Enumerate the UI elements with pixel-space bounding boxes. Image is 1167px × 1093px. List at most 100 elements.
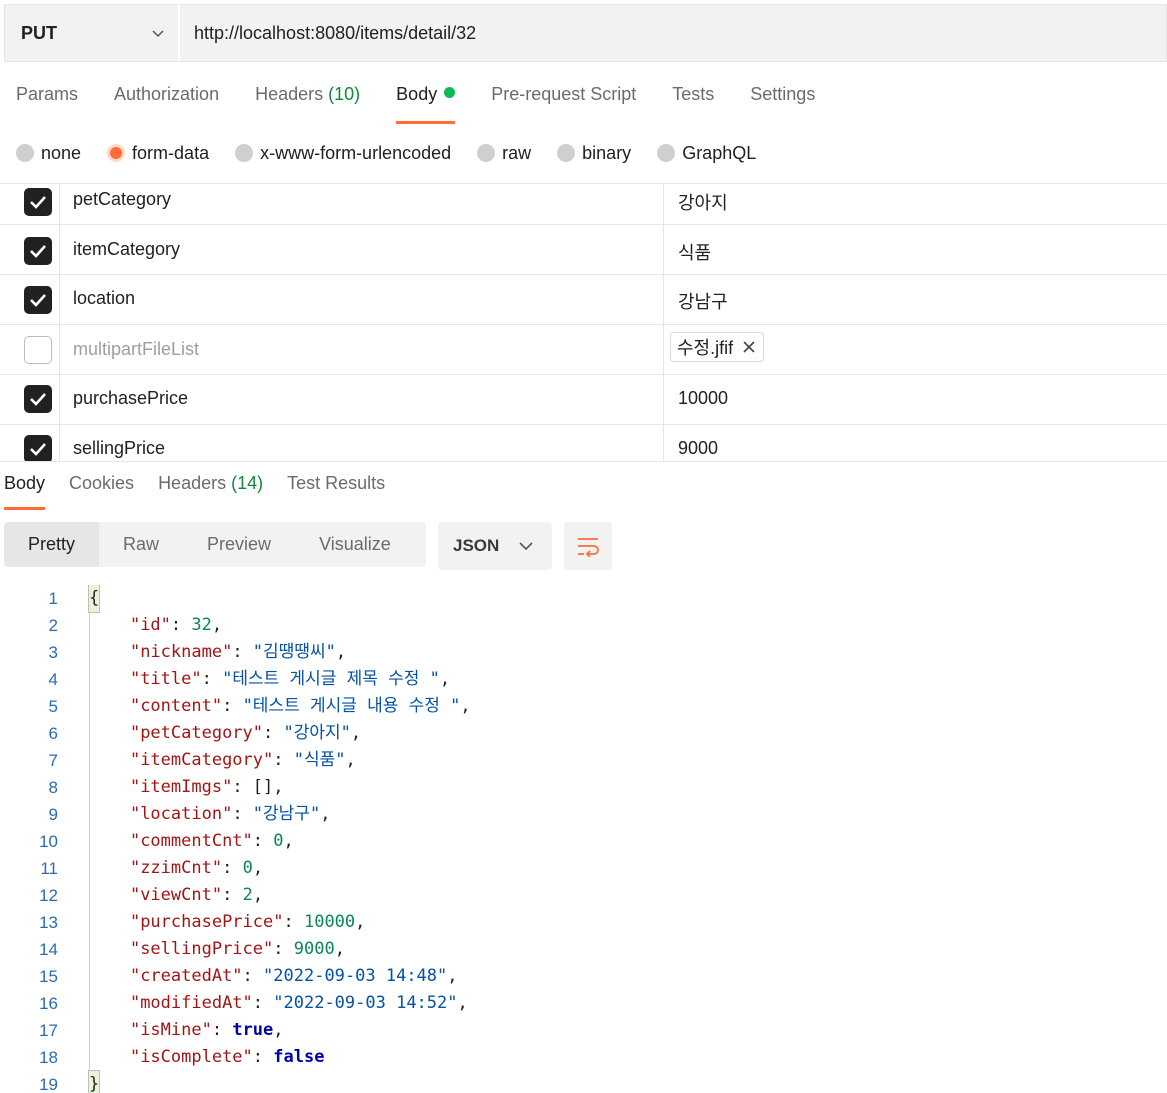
line-number: 17	[39, 1021, 58, 1040]
json-comma: ,	[252, 885, 264, 905]
line-number: 15	[39, 967, 58, 986]
method-select[interactable]: PUT	[4, 4, 178, 62]
line-number: 8	[48, 778, 58, 797]
radio-none[interactable]: none	[16, 143, 81, 164]
column-divider	[59, 425, 60, 461]
form-key[interactable]: location	[73, 288, 135, 309]
form-value[interactable]: 강아지	[678, 189, 728, 215]
form-value[interactable]: 강남구	[678, 288, 728, 314]
json-key: "zzimCnt"	[129, 858, 223, 878]
form-value[interactable]: 식품	[678, 239, 711, 265]
method-label: PUT	[21, 22, 57, 43]
tab-label: Authorization	[114, 84, 220, 104]
row-checkbox[interactable]	[24, 336, 52, 364]
radio-label: raw	[502, 142, 532, 163]
json-key: "purchasePrice"	[129, 912, 284, 932]
column-divider	[59, 184, 60, 224]
code-text: "purchasePrice": 10000,	[129, 912, 366, 932]
code-text: "commentCnt": 0,	[129, 831, 294, 851]
json-key: "itemCategory"	[129, 750, 274, 770]
code-text: "viewCnt": 2,	[129, 885, 264, 905]
request-tabs: Params Authorization Headers (10) Body P…	[16, 84, 851, 124]
form-key[interactable]: petCategory	[73, 189, 171, 210]
line-number: 7	[48, 751, 58, 770]
row-checkbox[interactable]	[24, 286, 52, 314]
json-value: "2022-09-03 14:48"	[263, 966, 448, 986]
close-icon[interactable]	[743, 341, 755, 353]
request-url-bar: PUT http://localhost:8080/items/detail/3…	[4, 4, 1167, 62]
response-tab-test-results[interactable]: Test Results	[287, 473, 385, 510]
radio-label: form-data	[132, 142, 210, 163]
view-mode-group: Pretty Raw Preview Visualize	[4, 522, 426, 567]
radio-selected-icon	[107, 144, 126, 162]
response-tab-body[interactable]: Body	[4, 473, 46, 510]
form-key[interactable]: sellingPrice	[73, 438, 165, 459]
response-tab-cookies[interactable]: Cookies	[69, 473, 134, 510]
tab-headers[interactable]: Headers (10)	[255, 84, 360, 124]
json-value: "식품"	[293, 750, 346, 770]
file-name: 수정.jfif	[677, 338, 734, 358]
line-number: 19	[39, 1075, 58, 1093]
table-row: multipartFileList 수정.jfif	[0, 325, 1167, 375]
tab-authorization[interactable]: Authorization	[114, 84, 219, 124]
column-divider	[663, 275, 664, 324]
column-divider	[59, 325, 60, 374]
form-value[interactable]: 10000	[678, 388, 728, 409]
json-value: 2	[242, 885, 253, 905]
radio-x-www-form-urlencoded[interactable]: x-www-form-urlencoded	[235, 143, 451, 164]
code-text: }	[87, 1070, 101, 1093]
json-comma: ,	[355, 912, 366, 932]
matched-brace: }	[87, 1070, 101, 1093]
response-code-view[interactable]: 1 {2 "id": 32, 3 "nickname": "김땡땡씨", 4 "tit…	[0, 585, 1167, 1093]
json-value: "김땡땡씨"	[252, 642, 336, 662]
code-text: "content": "테스트 게시글 내용 수정 ",	[129, 696, 471, 716]
tab-pre-request-script[interactable]: Pre-request Script	[491, 84, 636, 124]
row-checkbox[interactable]	[24, 188, 52, 216]
line-number: 14	[39, 940, 58, 959]
line-number: 4	[48, 670, 58, 689]
tab-tests[interactable]: Tests	[672, 84, 714, 124]
json-comma: ,	[211, 615, 223, 635]
column-divider	[59, 225, 60, 274]
view-visualize-button[interactable]: Visualize	[295, 522, 415, 567]
check-icon	[30, 443, 46, 456]
file-chip[interactable]: 수정.jfif	[670, 332, 765, 362]
form-key[interactable]: purchasePrice	[73, 388, 188, 409]
json-value: "2022-09-03 14:52"	[273, 993, 458, 1013]
row-checkbox[interactable]	[24, 237, 52, 265]
form-value[interactable]: 9000	[678, 438, 718, 459]
view-raw-button[interactable]: Raw	[99, 522, 183, 567]
row-checkbox[interactable]	[24, 385, 52, 413]
json-value: false	[273, 1047, 325, 1067]
code-text: "itemCategory": "식품",	[129, 750, 356, 770]
form-key[interactable]: multipartFileList	[73, 339, 199, 360]
check-icon	[30, 393, 46, 406]
view-preview-button[interactable]: Preview	[183, 522, 295, 567]
code-text: {	[87, 585, 101, 613]
json-comma: ,	[447, 966, 458, 986]
wrap-lines-button[interactable]	[564, 522, 612, 570]
json-key: "isMine"	[129, 1020, 212, 1040]
tab-label: Headers	[158, 473, 227, 493]
form-key[interactable]: itemCategory	[73, 239, 180, 260]
tab-body[interactable]: Body	[396, 84, 456, 124]
radio-raw[interactable]: raw	[477, 143, 531, 164]
json-value: 0	[242, 858, 253, 878]
body-mode-radios: none form-data x-www-form-urlencoded raw…	[16, 140, 782, 166]
url-input[interactable]: http://localhost:8080/items/detail/32	[178, 4, 1167, 62]
code-text: "location": "강남구",	[129, 804, 331, 824]
tab-params[interactable]: Params	[16, 84, 78, 124]
radio-circle-icon	[657, 144, 676, 162]
table-row: itemCategory 식품	[0, 225, 1167, 275]
column-divider	[663, 325, 664, 374]
line-number: 11	[40, 859, 58, 878]
row-checkbox[interactable]	[24, 435, 52, 461]
tab-settings[interactable]: Settings	[750, 84, 815, 124]
response-tab-headers[interactable]: Headers (14)	[158, 473, 263, 510]
format-select[interactable]: JSON	[438, 522, 552, 570]
radio-graphql[interactable]: GraphQL	[657, 143, 756, 164]
view-pretty-button[interactable]: Pretty	[4, 522, 100, 567]
radio-binary[interactable]: binary	[557, 143, 631, 164]
radio-form-data[interactable]: form-data	[107, 143, 209, 164]
column-divider	[59, 275, 60, 324]
